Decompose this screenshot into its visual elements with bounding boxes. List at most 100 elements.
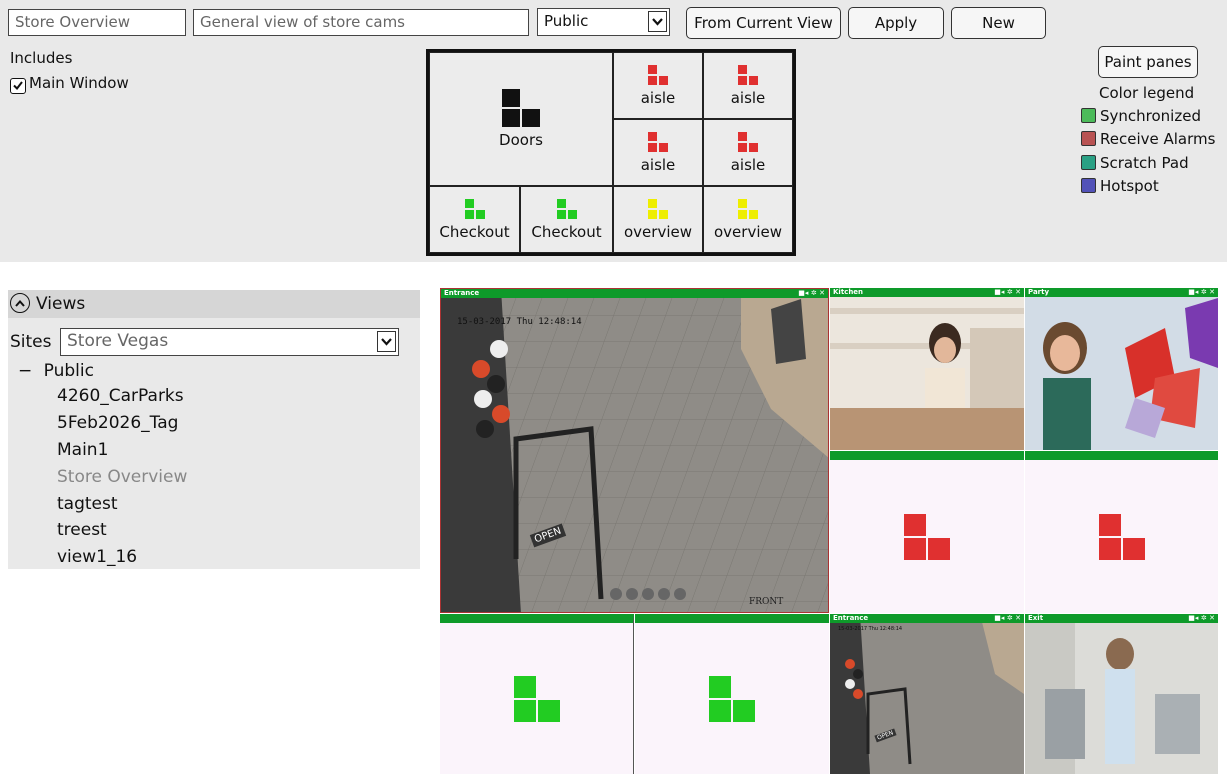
legend-label: Receive Alarms	[1100, 130, 1216, 148]
pane-layout-icon	[648, 64, 668, 85]
hotspot-swatch	[1081, 178, 1096, 193]
tree-item[interactable]: 4260_CarParks	[57, 386, 184, 406]
camera-title: Entrance	[444, 289, 480, 297]
exit-camera-image	[1025, 614, 1218, 774]
views-header[interactable]: Views	[8, 290, 420, 318]
pane-layout-icon	[464, 198, 485, 219]
pane-layout-icon	[738, 131, 758, 152]
layout-pane-aisle[interactable]: aisle	[613, 119, 703, 186]
camera-title: Kitchen	[833, 288, 864, 296]
main-window-checkbox[interactable]	[10, 77, 26, 94]
collapse-minus-icon[interactable]: −	[18, 361, 32, 381]
camera-tile-entrance-small[interactable]: Entrance ■◂ ✲ ✕ 15-03-2017 Thu 12:48:14 …	[830, 614, 1024, 774]
legend-item-synchronized: Synchronized	[1081, 107, 1201, 125]
layout-pane-label: aisle	[640, 155, 676, 174]
layout-grid-preview: Doors aisle aisle aisle aisle Checkout Checkou…	[426, 49, 796, 256]
legend-item-receive-alarms: Receive Alarms	[1081, 130, 1215, 148]
camera-title: Party	[1028, 288, 1050, 296]
tile-title-bar: Exit ■◂ ✲ ✕	[1025, 614, 1218, 623]
tree-item[interactable]: tagtest	[57, 494, 118, 514]
layout-pane-label: overview	[624, 222, 692, 241]
visibility-value: Public	[544, 12, 589, 30]
collapse-icon[interactable]	[10, 293, 30, 313]
camera-tile-kitchen[interactable]: Kitchen ■◂ ✲ ✕	[830, 288, 1024, 450]
tile-controls-icon[interactable]: ■◂ ✲ ✕	[1188, 614, 1215, 623]
pane-layout-icon	[1098, 513, 1145, 560]
party-camera-image	[1025, 288, 1218, 450]
views-title: Views	[36, 294, 86, 314]
pane-layout-icon	[904, 513, 950, 560]
new-button[interactable]: New	[951, 7, 1046, 39]
legend-label: Scratch Pad	[1100, 154, 1189, 172]
entrance-small-camera-image	[830, 614, 1024, 774]
layout-pane-label: Checkout	[531, 222, 602, 241]
legend-label: Hotspot	[1100, 177, 1159, 195]
scratch-pad-swatch	[1081, 155, 1096, 170]
visibility-select[interactable]: Public	[537, 8, 670, 36]
tile-controls-icon[interactable]: ■◂ ✲ ✕	[1188, 288, 1215, 297]
chevron-down-icon[interactable]	[648, 11, 667, 32]
apply-button[interactable]: Apply	[848, 7, 944, 39]
layout-pane-checkout[interactable]: Checkout	[429, 186, 520, 253]
kitchen-camera-image	[830, 288, 1024, 450]
tree-item-selected[interactable]: Store Overview	[57, 467, 187, 487]
camera-tile-exit[interactable]: Exit ■◂ ✲ ✕	[1025, 614, 1218, 774]
empty-pane-alarm[interactable]	[830, 451, 1024, 613]
layout-pane-label: Doors	[499, 131, 543, 149]
main-window-label: Main Window	[29, 74, 129, 92]
camera-tile-entrance[interactable]: Entrance ■◂ ✲ ✕ 15-03-2017 Thu 12:48:14 …	[440, 288, 829, 613]
tree-item[interactable]: 5Feb2026_Tag	[57, 413, 178, 433]
legend-item-hotspot: Hotspot	[1081, 177, 1159, 195]
empty-pane-sync[interactable]	[635, 614, 829, 774]
legend-label: Synchronized	[1100, 107, 1201, 125]
views-panel: Views Sites Store Vegas − Public 4260_Ca…	[8, 290, 420, 569]
from-current-view-button[interactable]: From Current View	[686, 7, 841, 39]
chevron-down-icon[interactable]	[377, 331, 396, 352]
paint-panes-button[interactable]: Paint panes	[1098, 46, 1198, 78]
tile-controls-icon[interactable]: ■◂ ✲ ✕	[994, 614, 1021, 623]
tree-group-label: Public	[43, 361, 94, 381]
layout-pane-label: aisle	[730, 155, 766, 174]
pane-layout-icon	[513, 675, 560, 722]
tree-item[interactable]: Main1	[57, 440, 108, 460]
site-value: Store Vegas	[67, 331, 169, 351]
tile-title-bar: Kitchen ■◂ ✲ ✕	[830, 288, 1024, 297]
pane-layout-icon	[648, 131, 668, 152]
sites-label: Sites	[10, 332, 52, 352]
layout-pane-overview[interactable]: overview	[613, 186, 703, 253]
camera-title: Entrance	[833, 614, 869, 622]
layout-pane-label: overview	[714, 222, 782, 241]
pane-layout-icon	[502, 89, 540, 127]
pane-layout-icon	[738, 64, 758, 85]
view-name-input[interactable]: Store Overview	[8, 9, 186, 36]
tile-controls-icon[interactable]: ■◂ ✲ ✕	[798, 289, 825, 298]
camera-timestamp: 15-03-2017 Thu 12:48:14	[838, 626, 903, 632]
layout-pane-doors[interactable]: Doors	[429, 52, 613, 186]
legend-item-scratch-pad: Scratch Pad	[1081, 154, 1189, 172]
tree-item[interactable]: treest	[57, 520, 107, 540]
pane-layout-icon	[709, 675, 755, 722]
tree-item[interactable]: view1_16	[57, 547, 137, 567]
tile-controls-icon[interactable]: ■◂ ✲ ✕	[994, 288, 1021, 297]
pane-layout-icon	[556, 198, 577, 219]
layout-pane-aisle[interactable]: aisle	[703, 119, 793, 186]
synchronized-swatch	[1081, 108, 1096, 123]
layout-pane-checkout[interactable]: Checkout	[520, 186, 613, 253]
view-description-input[interactable]: General view of store cams	[193, 9, 529, 36]
layout-pane-aisle[interactable]: aisle	[613, 52, 703, 119]
pane-layout-icon	[738, 198, 758, 219]
layout-pane-aisle[interactable]: aisle	[703, 52, 793, 119]
includes-label: Includes	[10, 49, 73, 67]
tile-title-bar: Entrance ■◂ ✲ ✕	[830, 614, 1024, 623]
camera-tile-party[interactable]: Party ■◂ ✲ ✕	[1025, 288, 1218, 450]
view-editor-panel: Store Overview General view of store cam…	[0, 0, 1227, 262]
layout-pane-overview[interactable]: overview	[703, 186, 793, 253]
empty-pane-alarm[interactable]	[1025, 451, 1218, 613]
layout-pane-label: aisle	[640, 88, 676, 107]
sites-select[interactable]: Store Vegas	[60, 328, 399, 356]
empty-pane-sync[interactable]	[440, 614, 634, 774]
tree-group-public[interactable]: − Public	[18, 361, 94, 381]
main-window-checkbox-row[interactable]: Main Window	[10, 74, 129, 94]
pane-layout-icon	[648, 198, 668, 219]
layout-pane-label: Checkout	[439, 222, 510, 241]
